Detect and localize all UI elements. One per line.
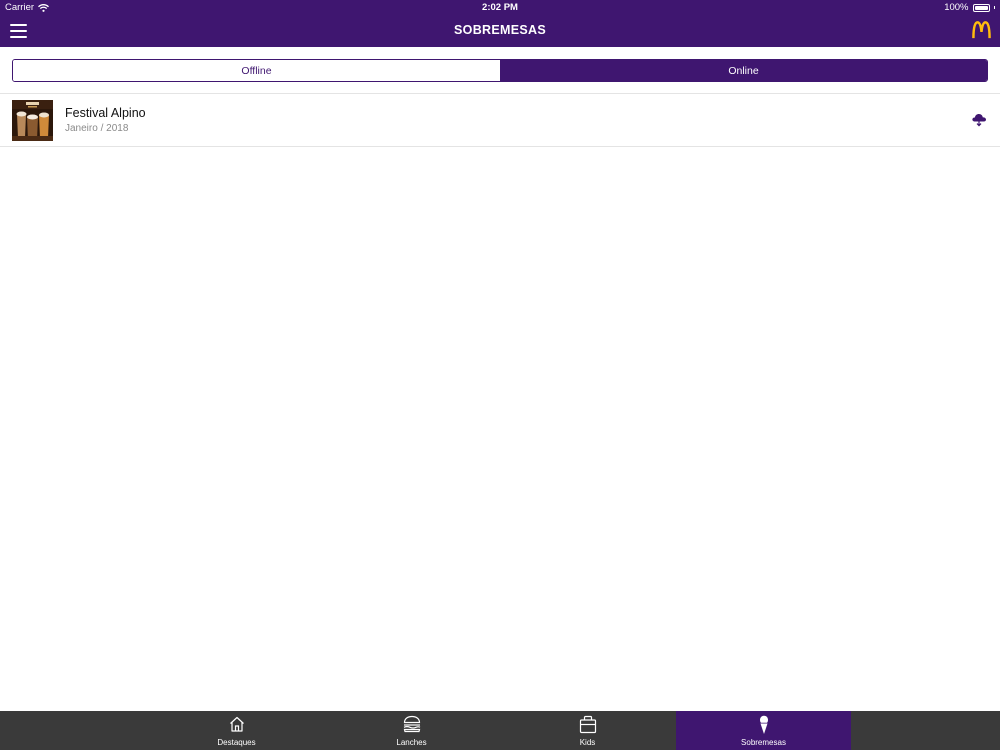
ice-cream-icon: [759, 715, 768, 734]
page-title: SOBREMESAS: [454, 23, 546, 37]
dessert-list: Festival Alpino Janeiro / 2018: [0, 93, 1000, 147]
mcdonalds-logo: [972, 21, 991, 39]
item-title: Festival Alpino: [65, 106, 146, 120]
navigation-bar: SOBREMESAS: [0, 16, 1000, 47]
battery-indicator: 100%: [944, 2, 995, 13]
battery-percent: 100%: [944, 2, 969, 13]
lunchbox-icon: [579, 715, 596, 734]
tab-lanches[interactable]: Lanches: [324, 711, 499, 750]
tab-label: Kids: [579, 738, 596, 747]
segment-offline[interactable]: Offline: [13, 60, 500, 81]
burger-icon: [403, 715, 420, 733]
battery-icon: [972, 3, 990, 12]
top-bar: Carrier 2:02 PM 100% SOBREMESAS: [0, 0, 1000, 47]
tab-destaques[interactable]: Destaques: [149, 711, 324, 750]
status-bar: Carrier 2:02 PM 100%: [0, 0, 1000, 16]
tab-kids[interactable]: Kids: [500, 711, 675, 750]
tab-label: Sobremesas: [741, 738, 786, 747]
cloud-download-icon[interactable]: [971, 111, 987, 127]
item-subtitle: Janeiro / 2018: [65, 123, 129, 134]
status-time: 2:02 PM: [482, 2, 518, 13]
bottom-tab-bar: Destaques Lanches Kids Sobremesas: [0, 711, 1000, 750]
tab-label: Lanches: [396, 738, 427, 747]
list-item[interactable]: Festival Alpino Janeiro / 2018: [0, 94, 1000, 147]
segment-online[interactable]: Online: [500, 60, 987, 81]
home-icon: [229, 716, 244, 732]
tab-label: Destaques: [217, 738, 256, 747]
tab-sobremesas[interactable]: Sobremesas: [676, 711, 851, 750]
offline-online-segmented-control: Offline Online: [12, 59, 988, 82]
item-thumbnail: [12, 100, 53, 141]
